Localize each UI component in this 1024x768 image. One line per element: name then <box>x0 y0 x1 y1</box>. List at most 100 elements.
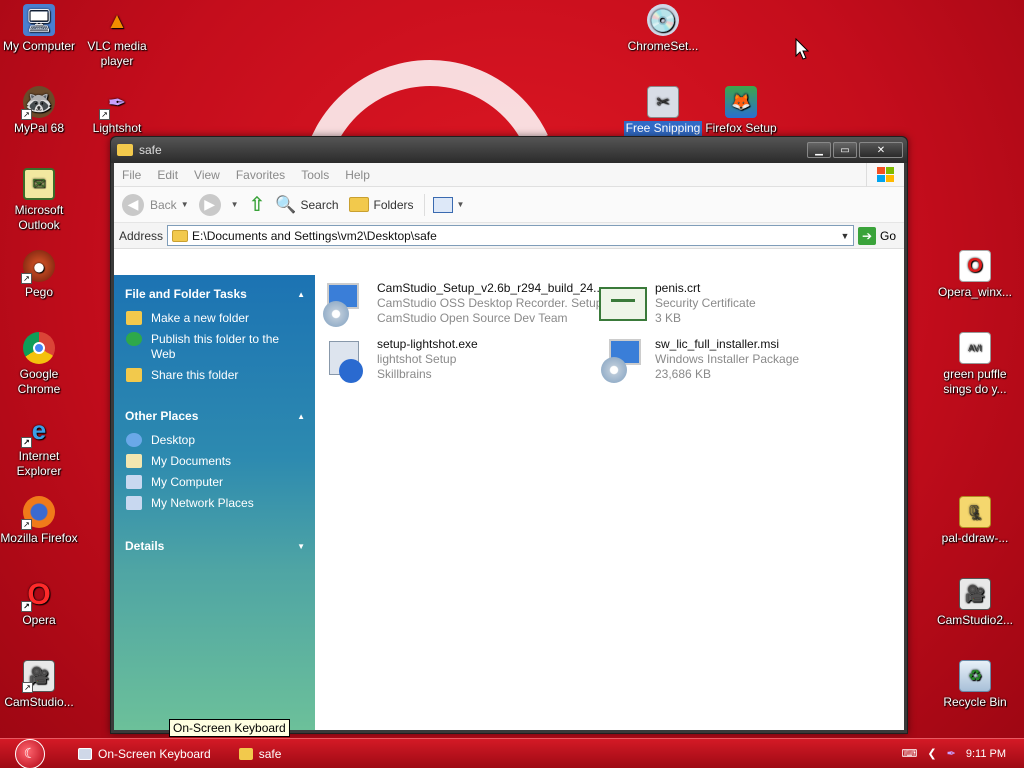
chevron-down-icon[interactable]: ▼ <box>837 231 853 241</box>
desktop-icon-pego[interactable]: ● ↗ Pego <box>0 250 81 300</box>
forward-button[interactable]: ▶ ▼ <box>198 193 239 216</box>
folders-label: Folders <box>373 197 414 212</box>
file-company: CamStudio Open Source Dev Team <box>377 311 568 325</box>
link-label: Make a new folder <box>151 311 250 325</box>
section-title: Details <box>125 539 165 553</box>
share-folder-link[interactable]: Share this folder <box>126 368 305 383</box>
address-input[interactable]: E:\Documents and Settings\vm2\Desktop\sa… <box>167 225 854 246</box>
collapse-icon[interactable]: ▲ <box>297 412 305 421</box>
menu-favorites[interactable]: Favorites <box>236 168 285 182</box>
desktop-icon-mypal[interactable]: 🦝 ↗ MyPal 68 <box>0 86 81 136</box>
my-computer-link[interactable]: My Computer <box>126 475 305 490</box>
link-label: Desktop <box>151 433 196 447</box>
my-computer-icon: 🖥 <box>23 4 55 36</box>
chevron-down-icon: ▼ <box>456 200 465 209</box>
desktop-icon-opera[interactable]: O ↗ Opera <box>0 578 81 628</box>
menu-help[interactable]: Help <box>345 168 370 182</box>
windows-logo-icon <box>866 162 904 187</box>
outlook-icon: ✉ <box>23 168 55 200</box>
desktop-icon-label: Opera <box>22 613 56 627</box>
lightshot-icon: ✒ ↗ <box>99 86 133 120</box>
menu-file[interactable]: File <box>122 168 141 182</box>
menu-tools[interactable]: Tools <box>301 168 329 182</box>
file-item[interactable]: penis.crt Security Certificate 3 KB <box>599 281 874 333</box>
search-button[interactable]: 🔍 Search <box>275 195 338 215</box>
expand-icon[interactable]: ▼ <box>297 542 305 551</box>
menu-view[interactable]: View <box>194 168 220 182</box>
back-button[interactable]: ◀ Back ▼ <box>122 193 189 216</box>
start-button[interactable]: ☾ <box>10 738 50 768</box>
collapse-icon[interactable]: ▲ <box>297 290 305 299</box>
taskbar-item-osk[interactable]: On-Screen Keyboard <box>78 747 211 761</box>
menu-edit[interactable]: Edit <box>157 168 178 182</box>
desktop-icon-avi-file[interactable]: AVI green puffle sings do y... <box>933 332 1017 397</box>
desktop-icon-label: pal-ddraw-... <box>941 531 1009 545</box>
desktop-link[interactable]: Desktop <box>126 433 305 448</box>
show-hidden-icons-icon[interactable]: ❮ <box>927 747 936 760</box>
my-documents-link[interactable]: My Documents <box>126 454 305 469</box>
recycle-bin-icon: ♻ <box>959 660 991 692</box>
mouse-cursor-icon <box>795 38 809 60</box>
file-description: Windows Installer Package <box>655 352 800 366</box>
desktop-icon-my-computer[interactable]: 🖥 My Computer <box>0 4 81 54</box>
my-network-places-link[interactable]: My Network Places <box>126 496 305 511</box>
close-button[interactable]: ✕ <box>859 142 903 158</box>
make-new-folder-link[interactable]: Make a new folder <box>126 311 305 326</box>
desktop-icon-camstudio[interactable]: 🎥 ↗ CamStudio... <box>0 660 81 710</box>
details-section: Details ▼ <box>114 521 315 567</box>
desktop-icon-free-snipping[interactable]: ✂ Free Snipping <box>621 86 705 136</box>
desktop-icon-label: Opera_winx... <box>937 285 1013 299</box>
window-titlebar[interactable]: safe ▁ ▭ ✕ <box>111 137 907 163</box>
link-label: My Computer <box>151 475 224 489</box>
file-item[interactable]: CamStudio_Setup_v2.6b_r294_build_24... C… <box>321 281 603 333</box>
pego-icon: ● ↗ <box>21 250 55 284</box>
desktop-icon-zip-folder[interactable]: 🗜 pal-ddraw-... <box>933 496 1017 546</box>
keyboard-tray-icon[interactable]: ⌨ <box>902 747 918 760</box>
file-item[interactable]: sw_lic_full_installer.msi Windows Instal… <box>599 337 874 389</box>
desktop-icon-label: MyPal 68 <box>13 121 65 135</box>
search-label: Search <box>300 197 339 212</box>
explorer-window[interactable]: safe ▁ ▭ ✕ File Edit View Favorites Tool… <box>110 136 908 734</box>
views-button[interactable]: ▼ <box>432 196 465 213</box>
file-name: sw_lic_full_installer.msi <box>655 337 780 351</box>
share-folder-icon <box>126 368 142 382</box>
desktop-icon-chrome[interactable]: Google Chrome <box>0 332 81 397</box>
other-places-header[interactable]: Other Places ▲ <box>125 409 305 423</box>
file-item[interactable]: setup-lightshot.exe lightshot Setup Skil… <box>321 337 596 389</box>
lightshot-tray-icon[interactable]: ✒ <box>947 747 956 760</box>
installer-icon <box>321 281 371 331</box>
desktop-icon-lightshot[interactable]: ✒ ↗ Lightshot <box>75 86 159 136</box>
taskbar-item-safe[interactable]: safe <box>238 747 281 761</box>
desktop-icon-label: CamStudio... <box>4 695 74 709</box>
desktop-icon-firefox-setup[interactable]: 🦊 Firefox Setup <box>699 86 783 136</box>
file-size: 23,686 KB <box>655 367 712 381</box>
up-folder-button[interactable]: ⇧ <box>249 192 266 217</box>
taskbar-item-label: On-Screen Keyboard <box>98 746 211 761</box>
file-name: penis.crt <box>655 281 701 295</box>
clock[interactable]: 9:11 PM <box>966 748 1006 760</box>
minimize-button[interactable]: ▁ <box>807 142 831 158</box>
desktop-icon-ie[interactable]: e ↗ Internet Explorer <box>0 414 81 479</box>
desktop-icon-recycle-bin[interactable]: ♻ Recycle Bin <box>933 660 1017 710</box>
maximize-button[interactable]: ▭ <box>833 142 857 158</box>
details-header[interactable]: Details ▼ <box>125 539 305 553</box>
desktop-icon-vlc[interactable]: ▲ VLC media player <box>75 4 159 69</box>
address-value: E:\Documents and Settings\vm2\Desktop\sa… <box>192 228 437 243</box>
back-label: Back <box>150 197 177 212</box>
desktop-icon-firefox[interactable]: ↗ Mozilla Firefox <box>0 496 81 546</box>
file-name: setup-lightshot.exe <box>377 337 478 351</box>
folders-button[interactable]: Folders <box>348 197 414 212</box>
desktop-icon-opera-installer[interactable]: O Opera_winx... <box>933 250 1017 300</box>
go-button[interactable]: ➔ Go <box>857 226 896 245</box>
publish-folder-link[interactable]: Publish this folder to the Web <box>126 332 305 362</box>
file-size: 3 KB <box>655 311 682 325</box>
vlc-icon: ▲ <box>106 7 128 33</box>
file-description: Security Certificate <box>655 296 756 310</box>
desktop-icon-outlook[interactable]: ✉ Microsoft Outlook <box>0 168 81 233</box>
desktop-icon-chromeset[interactable]: 💿 ChromeSet... <box>621 4 705 54</box>
file-folder-tasks-header[interactable]: File and Folder Tasks ▲ <box>125 287 305 301</box>
zip-folder-icon: 🗜 <box>959 496 991 528</box>
file-list: CamStudio_Setup_v2.6b_r294_build_24... C… <box>315 275 904 730</box>
task-pane: File and Folder Tasks ▲ Make a new folde… <box>114 275 315 730</box>
desktop-icon-camstudio-setup[interactable]: 🎥 CamStudio2... <box>933 578 1017 628</box>
